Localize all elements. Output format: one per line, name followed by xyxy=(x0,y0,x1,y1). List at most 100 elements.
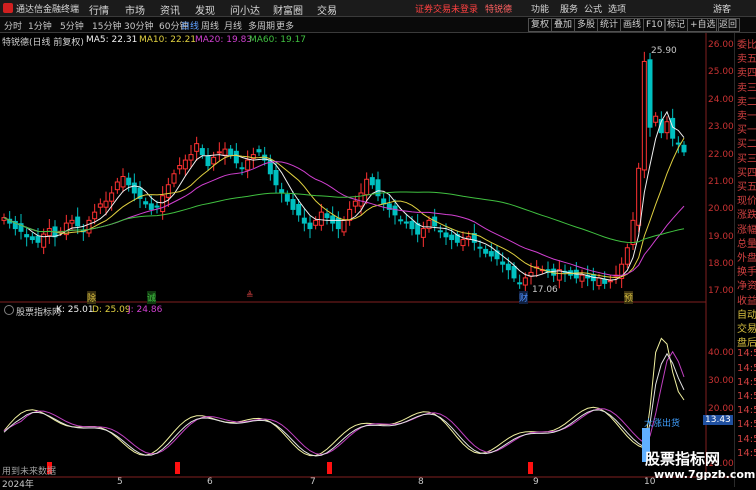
side-panel-label: 盘后 xyxy=(737,338,756,350)
side-panel-label: 涨跌 xyxy=(737,210,756,222)
candle-body xyxy=(398,219,404,222)
side-panel-label: 总量 xyxy=(737,238,756,250)
candle-body xyxy=(505,263,511,271)
watermark-title: 股票指标网 xyxy=(645,450,721,468)
candle-body xyxy=(477,246,483,249)
candle-body xyxy=(273,169,279,186)
candle-body xyxy=(160,195,166,213)
candle-body xyxy=(120,176,126,188)
candle-body xyxy=(205,155,211,167)
side-panel-label: 卖二 xyxy=(737,96,756,108)
candle-body xyxy=(69,219,75,224)
j-value: J: 24.86 xyxy=(128,305,163,315)
candle-body xyxy=(369,177,375,186)
candle-body xyxy=(579,274,585,282)
candle-body xyxy=(245,159,251,171)
candle-body xyxy=(607,280,613,283)
event-marker-cheng[interactable]: 诚 xyxy=(147,291,157,304)
side-panel-label: 净资 xyxy=(737,281,756,293)
side-panel-label: 14:5 xyxy=(737,433,756,445)
candle-body xyxy=(194,143,200,152)
candle-body xyxy=(199,148,205,156)
candle-body xyxy=(86,219,92,234)
k-value: K: 25.01 xyxy=(56,305,94,315)
ind-tick-30: 30.00 xyxy=(708,376,734,386)
candle-body xyxy=(171,173,177,184)
ind-tick-20: 20.00 xyxy=(708,404,734,414)
side-panel-label: 交易 xyxy=(737,324,756,335)
d-value: D: 25.09 xyxy=(92,305,131,315)
candle-body xyxy=(675,142,681,145)
side-panel-label: 自动 xyxy=(737,309,756,321)
candle-body xyxy=(664,121,670,134)
candle-body xyxy=(290,199,296,210)
candle-body xyxy=(420,228,426,238)
candle-body xyxy=(403,221,409,224)
side-panel-label: 委比 xyxy=(737,40,756,51)
ind-tick-40: 40.00 xyxy=(708,348,734,358)
side-panel-label: 卖四 xyxy=(737,68,756,80)
candle-body xyxy=(522,277,528,286)
y-tick-19: 19.00 xyxy=(708,232,734,242)
candle-body xyxy=(103,200,109,208)
y-tick-25: 25.00 xyxy=(708,67,734,77)
candle-body xyxy=(511,265,517,279)
x-label-5: 5 xyxy=(117,477,123,487)
candle-body xyxy=(239,167,245,170)
event-marker-cai[interactable]: 财 xyxy=(519,291,529,304)
candle-body xyxy=(681,144,687,153)
side-panel-label: 14:5 xyxy=(737,405,756,417)
event-marker-triangle[interactable]: ≜ xyxy=(246,291,254,301)
candle-body xyxy=(483,248,489,254)
candle-body xyxy=(641,60,647,171)
candle-body xyxy=(35,235,41,243)
kline-chart[interactable] xyxy=(0,0,756,487)
candle-body xyxy=(409,220,415,230)
candle-body xyxy=(460,239,466,247)
candle-body xyxy=(636,167,642,226)
high-price-label: 25.90 xyxy=(651,46,677,56)
candle-body xyxy=(437,230,443,233)
candle-body xyxy=(307,222,313,230)
side-panel-label: 14:5 xyxy=(737,376,756,388)
candle-body xyxy=(188,154,194,161)
candle-body xyxy=(392,205,398,216)
candle-body xyxy=(131,182,137,194)
event-marker-chu[interactable]: 除 xyxy=(87,291,97,304)
candle-body xyxy=(92,211,98,220)
candle-body xyxy=(284,194,290,202)
indicator-title[interactable]: 股票指标网 xyxy=(16,305,61,318)
candle-body xyxy=(211,156,217,165)
candle-body xyxy=(279,189,285,194)
candle-body xyxy=(596,277,602,287)
quote-side-panel: 委比 卖五 卖四 卖三 卖二 卖一 买一 买二 买三 买四 买五 现价 涨跌 涨幅 总量 外盘 换手 净资 收益 自动… xyxy=(734,33,756,487)
candle-body xyxy=(126,177,132,186)
indicator-settings-icon[interactable] xyxy=(4,305,14,315)
y-tick-18: 18.00 xyxy=(708,259,734,269)
candle-body xyxy=(46,228,52,237)
candle-body xyxy=(256,149,262,153)
candle-body xyxy=(114,181,120,191)
candle-body xyxy=(653,115,659,123)
candle-body xyxy=(517,282,523,285)
candle-body xyxy=(364,178,370,196)
candle-body xyxy=(222,148,228,156)
candle-body xyxy=(449,234,455,241)
event-marker-yu[interactable]: 预 xyxy=(624,291,634,304)
side-panel-label: 买二 xyxy=(737,139,756,151)
candlesticks xyxy=(1,51,687,292)
side-panel-label: 收益 xyxy=(737,295,756,307)
current-value-tag: 13.43 xyxy=(703,415,733,425)
candle-body xyxy=(318,211,324,226)
side-panel-label: 14:5 xyxy=(737,391,756,402)
candle-body xyxy=(443,232,449,238)
watermark-url: www.7gpzb.com xyxy=(654,468,756,481)
x-label-8: 8 xyxy=(418,477,424,487)
x-label-9: 9 xyxy=(533,477,539,487)
candle-body xyxy=(313,219,319,226)
candle-body xyxy=(324,213,330,219)
buy-signal-bar xyxy=(175,462,180,474)
candle-body xyxy=(301,217,307,224)
y-tick-22: 22.00 xyxy=(708,150,734,160)
candle-body xyxy=(624,247,630,265)
